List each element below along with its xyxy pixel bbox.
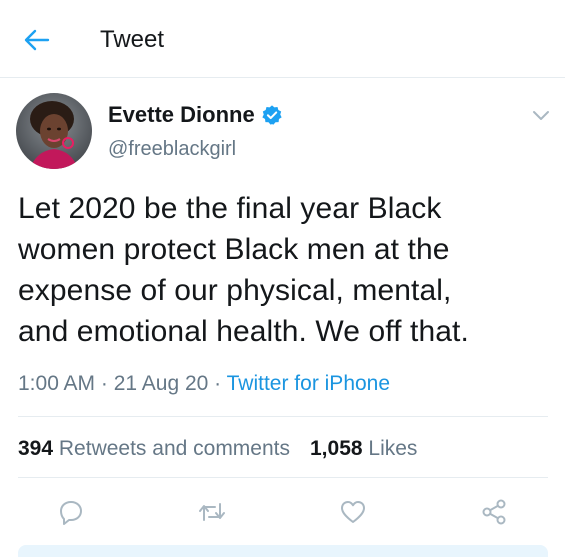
profile-photo	[16, 93, 92, 169]
author-name[interactable]: Evette Dionne	[108, 100, 255, 130]
arrow-left-icon	[24, 29, 50, 51]
retweet-button[interactable]	[196, 496, 228, 528]
avatar[interactable]	[16, 93, 92, 169]
divider	[18, 477, 548, 478]
top-bar: Tweet	[0, 0, 565, 78]
retweet-icon	[199, 503, 225, 521]
meta-separator: ·	[208, 372, 227, 395]
meta-separator: ·	[95, 372, 114, 395]
tweet-text: Let 2020 be the final year Black women p…	[18, 192, 469, 348]
tweet-date: 21 Aug 20	[113, 372, 209, 395]
chevron-down-icon	[533, 111, 549, 120]
verified-badge-icon	[262, 105, 282, 125]
like-icon	[341, 501, 365, 523]
tweet-stats: 394 Retweets and comments 1,058 Likes	[18, 435, 417, 463]
tweet-meta: 1:00 AM · 21 Aug 20 · Twitter for iPhone	[18, 370, 390, 398]
divider	[18, 416, 548, 417]
page-title: Tweet	[100, 26, 165, 53]
retweets-stat[interactable]: 394 Retweets and comments	[18, 437, 290, 460]
tweet-menu-button[interactable]	[530, 106, 552, 124]
retweets-count: 394	[18, 437, 54, 460]
likes-count: 1,058	[310, 437, 363, 460]
likes-label: Likes	[368, 437, 418, 460]
tweet-source-link[interactable]: Twitter for iPhone	[227, 372, 390, 395]
reply-icon	[60, 501, 82, 525]
share-icon	[482, 499, 506, 525]
author-row[interactable]: Evette Dionne	[108, 100, 283, 130]
likes-stat[interactable]: 1,058 Likes	[310, 437, 417, 460]
retweets-label: Retweets and comments	[58, 437, 290, 460]
reply-compose-bar[interactable]	[18, 545, 548, 557]
action-bar	[0, 492, 565, 532]
reply-button[interactable]	[55, 496, 87, 528]
author-handle[interactable]: @freeblackgirl	[108, 136, 236, 162]
like-button[interactable]	[337, 496, 369, 528]
back-button[interactable]	[22, 26, 52, 54]
share-button[interactable]	[478, 496, 510, 528]
tweet-time: 1:00 AM	[18, 372, 96, 395]
